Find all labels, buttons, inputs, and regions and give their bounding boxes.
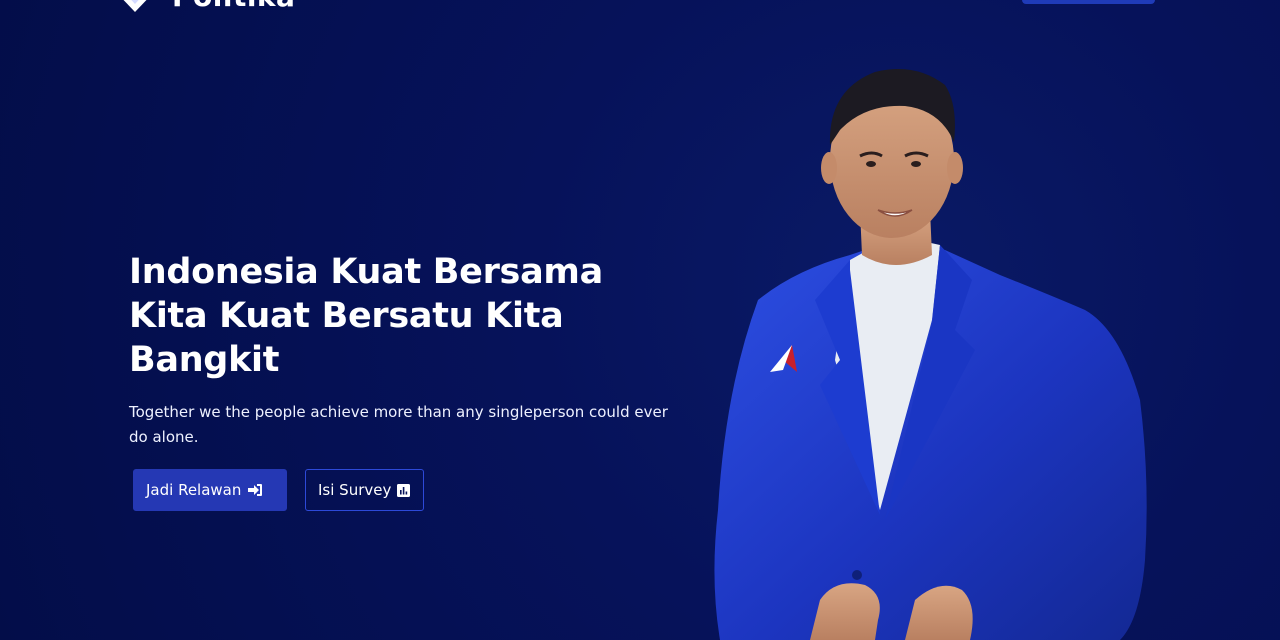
- site-logo[interactable]: Politika: [112, 0, 295, 12]
- jadi-relawan-button[interactable]: Jadi Relawan: [133, 469, 287, 511]
- nav-cta-button[interactable]: [1022, 0, 1155, 4]
- logo-mark-icon: [123, 0, 147, 12]
- sign-in-icon: [248, 484, 263, 496]
- hero-subtitle: Together we the people achieve more than…: [129, 403, 668, 446]
- hero-actions: Jadi Relawan Isi Survey: [133, 469, 424, 511]
- hero-section: Indonesia Kuat Bersama Kita Kuat Bersatu…: [129, 250, 689, 450]
- landing-page: Politika Indonesia Kuat Bersama Kita Kua…: [0, 0, 1280, 640]
- candidate-portrait: [714, 68, 1147, 640]
- isi-survey-label: Isi Survey: [318, 481, 392, 499]
- jadi-relawan-label: Jadi Relawan: [146, 481, 242, 499]
- bar-chart-icon: [397, 483, 411, 497]
- isi-survey-button[interactable]: Isi Survey: [305, 469, 424, 511]
- hero-title: Indonesia Kuat Bersama Kita Kuat Bersatu…: [129, 252, 603, 380]
- logo-text: Politika: [172, 0, 295, 12]
